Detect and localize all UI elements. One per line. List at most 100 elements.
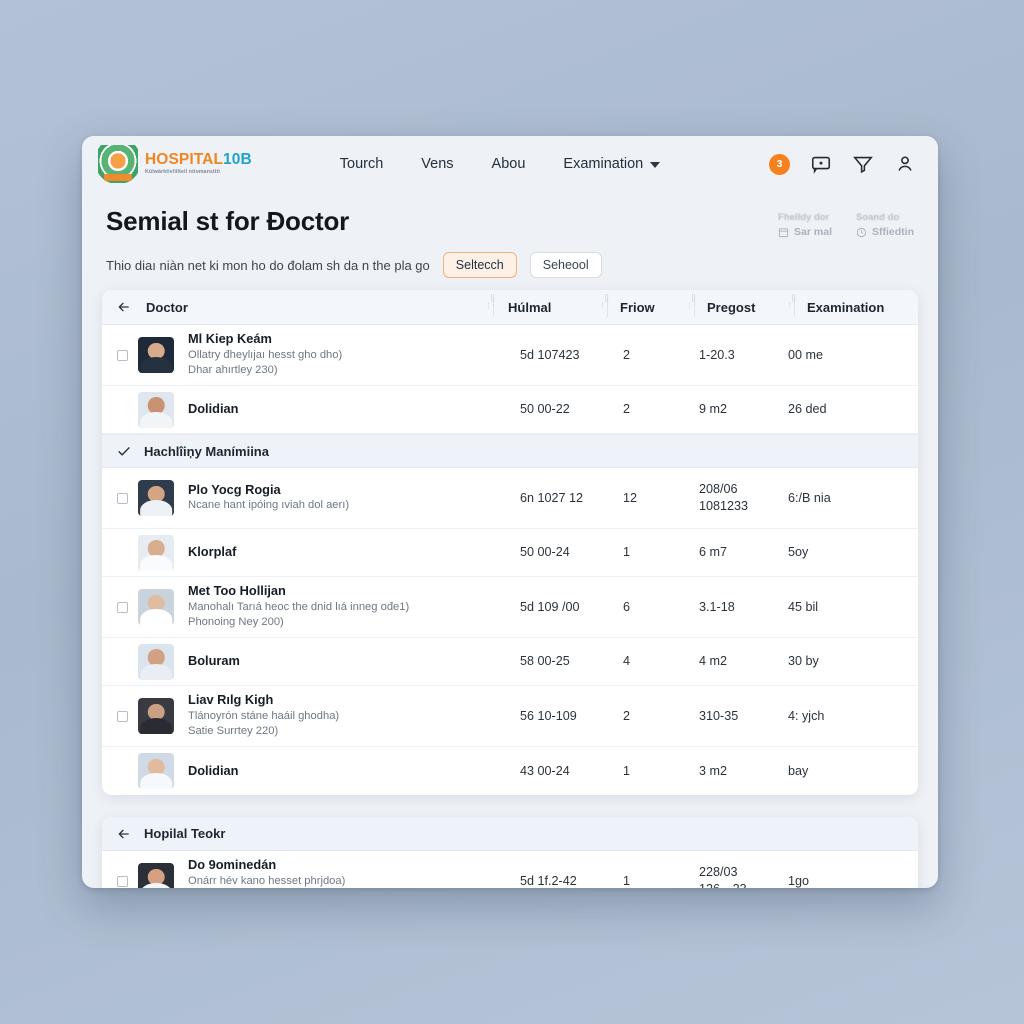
column-resize-grip[interactable]: ⋮ (785, 303, 794, 310)
row-chevron-icon[interactable]: › (906, 348, 918, 363)
column-label-hulmal: Húlmal (508, 299, 552, 315)
filter-icon[interactable] (852, 153, 874, 175)
doctor-info: Liav Rılg Kigh Tlánoyrón stáne haáil gho… (188, 692, 339, 739)
cell-friow: 2 (623, 402, 631, 416)
row-chevron-icon[interactable]: › (906, 709, 918, 724)
doctor-sub2: Dhar ahırtley 230) (188, 364, 278, 377)
table-header-hulmal: Húlmal (494, 300, 598, 315)
doctor-sub1: Onárr hév kano hesset phrjdoa) (188, 874, 346, 887)
cell-hulmal: 43 00-24 (520, 763, 570, 778)
cell-examination: 4: yjch (788, 708, 825, 723)
table-row[interactable]: Klorplaf 50 00-24 1 6 m7 5oy (102, 529, 918, 577)
cell-examination: 1go (788, 873, 810, 888)
row-chevron-icon[interactable]: › (906, 491, 918, 506)
table-header-doctor: Doctor (102, 299, 484, 315)
cell-pregost: 310-35 (699, 708, 739, 723)
cell-pregost: 4 m2 (699, 654, 727, 668)
table-row[interactable]: Dolidian 43 00-24 1 3 m2 bay (102, 747, 918, 795)
cell-hulmal: 50 00-24 (520, 545, 570, 559)
table-row[interactable]: Ml Kiep Keám Ollatry đheylıjaı hesst gho… (102, 325, 918, 386)
row-checkbox (117, 547, 128, 558)
row-chevron-icon[interactable]: › (906, 874, 918, 889)
row-checkbox[interactable] (117, 601, 128, 613)
brand-tagline: Külwärktiv/iilteil ntiomanstiti (145, 169, 220, 176)
page-header: Semial st for Đoctor Fhelldy dor Sar mal… (82, 192, 938, 238)
screen-root: HOSPITAL10B Külwärktiv/iilteil ntiomanst… (0, 0, 1024, 1024)
row-checkbox[interactable] (117, 349, 128, 361)
table-row[interactable]: Dolidian 50 00-22 2 9 m2 26 ded (102, 386, 918, 434)
nav-link-abou[interactable]: Abou (492, 156, 526, 172)
doctor-name: Plo Yocg Rogia (188, 482, 281, 498)
doctor-cell: Dolidian (128, 391, 495, 428)
group-header-label: Hachlîiņy Manímiina (144, 443, 269, 459)
chip-seltecch[interactable]: Seltecch (442, 252, 517, 278)
cell-examination: 00 me (788, 347, 824, 362)
brand-text: HOSPITAL10B Külwärktiv/iilteil ntiomanst… (145, 152, 252, 175)
header-action-schedule[interactable]: Soand do Sffiedtin (856, 212, 914, 238)
cell-examination: 45 bil (788, 599, 819, 614)
back-arrow-icon[interactable] (116, 826, 132, 842)
nav-link-tourch[interactable]: Tourch (340, 156, 384, 172)
doctor-name: Met Too Hollijan (188, 583, 286, 599)
app-window: HOSPITAL10B Külwärktiv/iilteil ntiomanst… (82, 136, 938, 888)
nav-link-examination[interactable]: Examination (563, 156, 661, 172)
account-icon[interactable] (894, 153, 916, 175)
avatar (138, 534, 174, 571)
chevron-down-icon (650, 162, 661, 168)
doctor-sub1: Ncane hant ipóing ıviah dol aerı) (188, 499, 350, 512)
table-row[interactable]: Do 9ominedán Onárr hév kano hesset phrjd… (102, 851, 918, 888)
page-subtitle: Thio diaı niàn net ki mon ho do đolam sh… (106, 257, 430, 273)
doctor-cell: Ml Kiep Keám Ollatry đheylıjaı hesst gho… (128, 331, 495, 378)
nav-link-vens[interactable]: Vens (421, 156, 453, 172)
back-arrow-icon[interactable] (116, 299, 132, 315)
cell-pregost-line1: 228/03 (699, 865, 738, 879)
avatar (138, 698, 174, 734)
table-row[interactable]: Plo Yocg Rogia Ncane hant ipóing ıviah d… (102, 468, 918, 529)
cell-friow: 1 (623, 763, 631, 778)
cell-friow: 2 (623, 708, 631, 723)
doctor-name: Liav Rılg Kigh (188, 692, 274, 708)
clock-icon (856, 227, 867, 237)
column-resize-grip[interactable]: ⋮ (598, 303, 607, 310)
row-checkbox[interactable] (117, 492, 128, 504)
cell-pregost: 3.1-18 (699, 599, 735, 614)
table-row[interactable]: Boluram 58 00-25 4 4 m2 30 by (102, 638, 918, 686)
table-header-examination: Examination (795, 300, 918, 315)
check-icon (116, 443, 132, 459)
row-checkbox[interactable] (117, 875, 128, 887)
cell-pregost-line2: 126—23 (699, 881, 766, 888)
doctor-info: Dolidian (188, 401, 238, 417)
table-row[interactable]: Met Too Hollijan Manohalı Tarıá heoc the… (102, 577, 918, 638)
cell-pregost: 6 m7 (699, 545, 727, 559)
header-action-save[interactable]: Fhelldy dor Sar mal (778, 212, 832, 238)
cell-hulmal: 5d 107423 (520, 347, 580, 362)
cell-friow: 6 (623, 599, 631, 614)
doctor-name: Dolidian (188, 401, 239, 417)
column-resize-grip[interactable]: ⋮ (685, 303, 694, 310)
group-header-hachliiny[interactable]: Hachlîiņy Manímiina (102, 434, 918, 468)
brand-name-part1: HOSPITAL (145, 151, 224, 169)
notification-badge[interactable]: 3 (769, 153, 790, 175)
row-checkbox[interactable] (117, 710, 128, 722)
header-action-label: Sffiedtin (872, 226, 914, 238)
header-action-caption: Fhelldy dor (778, 212, 830, 223)
doctor-cell: Dolidian (128, 753, 495, 789)
group-header-hopital-teokr[interactable]: Hopilal Teokr (102, 817, 918, 851)
cell-friow: 1 (623, 873, 631, 888)
brand-logo[interactable]: HOSPITAL10B Külwärktiv/iilteil ntiomanst… (98, 145, 252, 183)
row-chevron-icon[interactable]: › (906, 600, 918, 615)
table-row[interactable]: Liav Rılg Kigh Tlánoyrón stáne haáil gho… (102, 686, 918, 747)
chip-seheool[interactable]: Seheool (529, 252, 602, 278)
cell-hulmal: 56 10-109 (520, 708, 577, 723)
nav-link-label: Vens (421, 156, 454, 172)
doctor-cell: Met Too Hollijan Manohalı Tarıá heoc the… (128, 583, 495, 630)
message-icon[interactable] (810, 153, 832, 175)
header-action-row: Sffiedtin (856, 226, 914, 238)
nav-links: Tourch Vens Abou Examination (340, 156, 661, 172)
cell-pregost: 228/03 126—23 (676, 864, 766, 888)
column-resize-grip[interactable]: ⋮ (484, 303, 493, 310)
cell-examination: 6:/B nia (788, 490, 831, 505)
cell-friow: 4 (623, 654, 631, 668)
avatar (138, 391, 174, 428)
brand-name: HOSPITAL10B (145, 152, 252, 168)
